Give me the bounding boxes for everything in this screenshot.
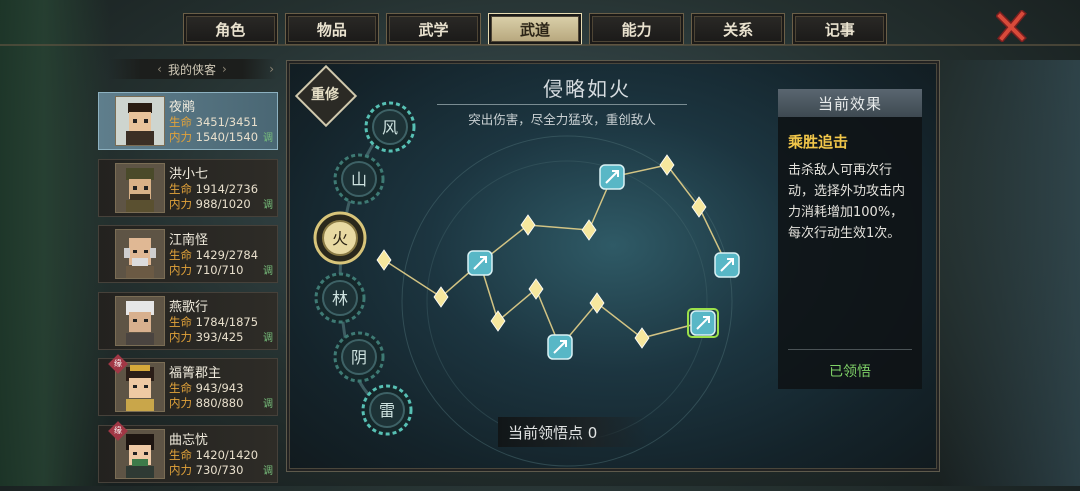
path-mountain-label: 山 xyxy=(351,170,367,189)
star-node[interactable] xyxy=(691,196,707,218)
skill-node-arrow-icon[interactable] xyxy=(599,164,625,190)
chevron-right-small-icon[interactable]: › xyxy=(269,62,274,76)
skill-node-arrow-icon[interactable] xyxy=(467,250,493,276)
character-name: 曲忘忧 xyxy=(169,432,209,448)
adjust-button[interactable]: 调 xyxy=(263,262,273,277)
star-node[interactable] xyxy=(528,278,544,300)
path-thunder-label: 雷 xyxy=(379,401,395,420)
adjust-button[interactable]: 调 xyxy=(263,329,273,344)
star-node[interactable] xyxy=(520,214,536,236)
character-hp: 生命 3451/3451 xyxy=(169,115,259,129)
avatar xyxy=(115,295,165,346)
skill-node-arrow-icon[interactable] xyxy=(547,334,573,360)
bond-badge: 缘 xyxy=(108,420,128,441)
character-name: 洪小七 xyxy=(169,166,209,182)
star-node[interactable] xyxy=(433,286,449,308)
character-hp: 生命 943/943 xyxy=(169,381,244,395)
effect-divider xyxy=(788,349,912,350)
character-card[interactable]: 夜鹇 生命 3451/3451 内力 1540/1540 调 xyxy=(98,92,278,150)
effect-description: 击杀敌人可再次行动，选择外功攻击内力消耗增加100%，每次行动生效1次。 xyxy=(788,163,906,241)
star-node[interactable] xyxy=(490,310,506,332)
path-fire-label: 火 xyxy=(332,229,348,248)
insight-points: 当前领悟点 0 xyxy=(498,417,648,447)
tab-items[interactable]: 物品 xyxy=(284,13,380,45)
star-node[interactable] xyxy=(581,219,597,241)
tab-martial-arts[interactable]: 武学 xyxy=(386,13,481,45)
reset-label: 重修 xyxy=(311,87,339,103)
character-hp: 生命 1784/1875 xyxy=(169,314,259,329)
tab-divider xyxy=(0,44,1080,46)
effect-panel: 当前效果 乘胜追击 击杀敌人可再次行动，选择外功攻击内力消耗增加100%，每次行… xyxy=(778,89,922,389)
character-hp: 生命 1914/2736 xyxy=(169,181,259,196)
character-hp: 生命 1420/1420 xyxy=(169,447,259,462)
star-node[interactable] xyxy=(634,327,650,349)
avatar xyxy=(115,229,165,279)
effect-header: 当前效果 xyxy=(778,89,922,117)
top-tab-bar: 角色 物品 武学 武道 能力 关系 记事 xyxy=(183,13,888,45)
path-forest-label: 林 xyxy=(332,289,348,308)
tab-martial-way[interactable]: 武道 xyxy=(487,13,583,45)
character-mp: 内力 880/880 xyxy=(169,396,244,410)
tab-journal[interactable]: 记事 xyxy=(792,13,888,45)
character-card[interactable]: 缘 曲忘忧 生命 1420/1420 内力 730/730 调 xyxy=(98,420,278,483)
effect-status: 已领悟 xyxy=(829,364,871,380)
character-card[interactable]: 缘 福箐郡主 生命 943/943 内力 880/880 调 xyxy=(98,354,278,416)
character-name: 江南怪 xyxy=(169,233,209,248)
tab-character[interactable]: 角色 xyxy=(183,13,278,45)
character-mp: 内力 393/425 xyxy=(169,329,244,344)
background-right xyxy=(940,60,1080,486)
adjust-button[interactable]: 调 xyxy=(263,129,273,144)
star-node[interactable] xyxy=(589,292,605,314)
character-name: 福箐郡主 xyxy=(169,366,222,381)
adjust-button[interactable]: 调 xyxy=(263,395,273,410)
adjust-button[interactable]: 调 xyxy=(263,196,273,211)
background-left xyxy=(0,0,110,486)
tab-abilities[interactable]: 能力 xyxy=(589,13,684,45)
close-icon[interactable] xyxy=(996,10,1028,42)
character-roster: 夜鹇 生命 3451/3451 内力 1540/1540 调 洪小七 生命 19… xyxy=(98,92,278,491)
bond-badge: 缘 xyxy=(108,354,128,374)
character-name: 夜鹇 xyxy=(169,100,196,115)
chevron-right-icon[interactable]: › xyxy=(222,62,227,76)
skill-node-arrow-icon[interactable] xyxy=(714,252,740,278)
character-hp: 生命 1429/2784 xyxy=(169,248,259,262)
character-mp: 内力 730/730 xyxy=(169,462,244,477)
avatar xyxy=(115,96,165,146)
path-selector: 风 山 火 林 阴 雷 xyxy=(313,101,416,436)
character-mp: 内力 1540/1540 xyxy=(169,130,259,144)
path-shadow-label: 阴 xyxy=(351,348,367,367)
tab-relations[interactable]: 关系 xyxy=(690,13,786,45)
character-mp: 内力 710/710 xyxy=(169,263,244,277)
adjust-button[interactable]: 调 xyxy=(263,462,273,477)
skill-node-selected-icon[interactable] xyxy=(687,308,719,338)
avatar xyxy=(115,162,165,213)
character-name: 燕歌行 xyxy=(169,299,209,315)
chevron-left-icon[interactable]: ‹ xyxy=(157,62,162,76)
path-wind-label: 风 xyxy=(382,118,398,137)
character-card[interactable]: 洪小七 生命 1914/2736 内力 988/1020 调 xyxy=(98,158,278,217)
star-node[interactable] xyxy=(659,154,675,176)
character-card[interactable]: 燕歌行 生命 1784/1875 内力 393/425 调 xyxy=(98,291,278,350)
roster-header: ‹ 我的侠客 › › xyxy=(108,59,276,79)
reset-button[interactable]: 重修 xyxy=(294,64,358,128)
effect-name: 乘胜追击 xyxy=(788,133,849,151)
character-mp: 内力 988/1020 xyxy=(169,196,251,211)
roster-title: 我的侠客 xyxy=(167,62,216,77)
character-card[interactable]: 江南怪 生命 1429/2784 内力 710/710 调 xyxy=(98,225,278,283)
